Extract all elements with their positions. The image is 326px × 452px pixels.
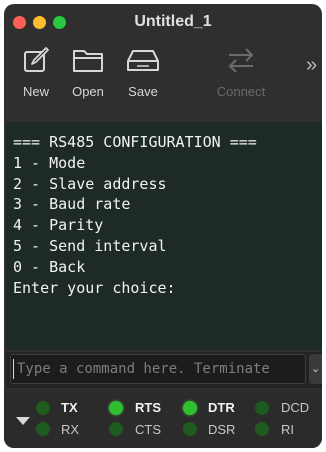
expand-triangle-icon[interactable]: [16, 417, 30, 425]
dsr-label: DSR: [208, 422, 236, 437]
dcd-label: DCD: [281, 400, 310, 415]
ri-led: [255, 422, 269, 436]
cts-label: CTS: [135, 422, 161, 437]
tx-label: TX: [61, 400, 78, 415]
toolbar-overflow-icon[interactable]: »: [306, 54, 317, 77]
ri-label: RI: [281, 422, 294, 437]
dcd-led: [255, 401, 269, 415]
terminal-output[interactable]: === RS485 CONFIGURATION === 1 - Mode 2 -…: [6, 122, 322, 350]
save-button-label: Save: [128, 84, 158, 99]
open-button[interactable]: Open: [62, 46, 114, 112]
open-button-label: Open: [72, 84, 104, 99]
new-document-icon: [24, 47, 49, 72]
new-button[interactable]: New: [10, 46, 62, 112]
signal-status-bar: TX RX RTS CTS DTR DSR DCD RI: [4, 390, 322, 448]
text-caret: [13, 359, 14, 379]
rx-label: RX: [61, 422, 80, 437]
cts-led: [109, 422, 123, 436]
connect-button[interactable]: Connect: [211, 46, 271, 112]
dsr-led: [183, 422, 197, 436]
connect-button-label: Connect: [216, 84, 266, 99]
command-input[interactable]: [10, 354, 306, 384]
save-drive-icon: [127, 50, 159, 71]
app-window: Untitled_1 New Open Save Connect » === R…: [4, 4, 322, 448]
tx-led: [36, 401, 50, 415]
command-bar: ⌄: [6, 352, 322, 388]
terminal-text: === RS485 CONFIGURATION === 1 - Mode 2 -…: [13, 133, 257, 297]
rts-label: RTS: [135, 400, 161, 415]
title-bar[interactable]: Untitled_1: [4, 4, 322, 42]
rts-led[interactable]: [109, 401, 123, 415]
new-button-label: New: [22, 84, 49, 99]
window-title: Untitled_1: [134, 13, 212, 30]
rx-led: [36, 422, 50, 436]
dtr-label: DTR: [208, 400, 235, 415]
folder-icon: [73, 50, 103, 72]
send-options-button[interactable]: ⌄: [309, 354, 322, 384]
connect-arrows-icon: [228, 48, 254, 73]
save-button[interactable]: Save: [117, 46, 169, 112]
dtr-led[interactable]: [183, 401, 197, 415]
